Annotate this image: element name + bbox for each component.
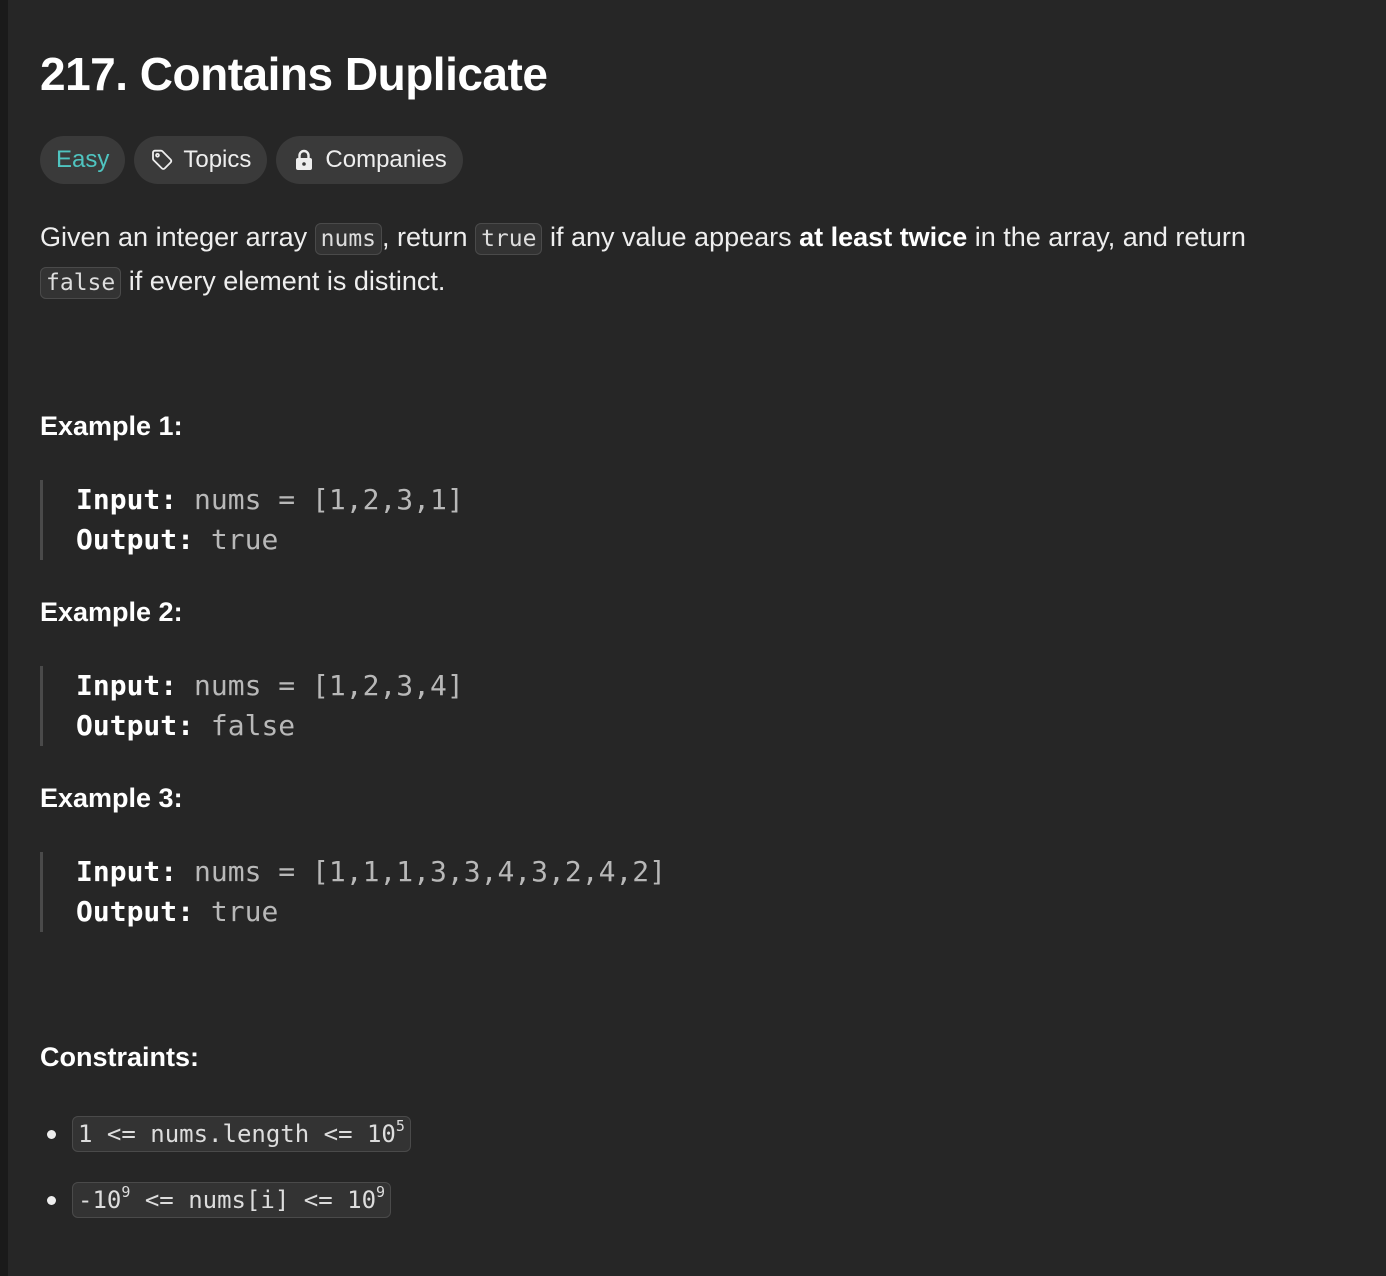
example-1-block: Input: nums = [1,2,3,1] Output: true: [40, 480, 464, 560]
example-3-output: Output: true: [76, 895, 279, 928]
constraints-title: Constraints:: [40, 1042, 200, 1072]
left-panel-edge: [0, 0, 8, 1276]
bullet-icon: [47, 1129, 56, 1139]
difficulty-label: Easy: [56, 146, 110, 173]
inline-code-nums: nums: [314, 223, 383, 255]
constraint-range: -10 9 <= nums[i] <= 10 9: [72, 1182, 392, 1218]
topics-button[interactable]: Topics: [134, 136, 268, 184]
example-3-title: Example 3:: [40, 783, 183, 813]
difficulty-badge: Easy: [40, 136, 126, 184]
constraint-length: 1 <= nums.length <= 10 5: [72, 1116, 411, 1152]
constraint-item: 1 <= nums.length <= 10 5: [40, 1114, 411, 1154]
topics-label: Topics: [183, 146, 252, 173]
example-1-title: Example 1:: [40, 411, 183, 441]
constraint-item: -10 9 <= nums[i] <= 10 9: [40, 1180, 411, 1220]
problem-tags: Easy Topics Companies: [40, 136, 463, 184]
example-2-title: Example 2:: [40, 597, 183, 627]
companies-button[interactable]: Companies: [276, 136, 463, 184]
inline-code-false: false: [40, 267, 122, 299]
example-2-block: Input: nums = [1,2,3,4] Output: false: [40, 666, 464, 746]
example-1-output: Output: true: [76, 523, 279, 556]
emphasis-text: at least twice: [799, 222, 968, 252]
example-2-output: Output: false: [76, 709, 296, 742]
problem-statement: Given an integer array nums, return true…: [40, 216, 1350, 304]
example-1-input: Input: nums = [1,2,3,1]: [76, 483, 464, 516]
example-3-input: Input: nums = [1,1,1,3,3,4,3,2,4,2]: [76, 855, 667, 888]
example-2-input: Input: nums = [1,2,3,4]: [76, 669, 464, 702]
problem-title: 217. Contains Duplicate: [40, 48, 548, 100]
lock-icon: [292, 148, 316, 172]
tag-icon: [150, 148, 174, 172]
bullet-icon: [47, 1195, 56, 1205]
constraints-list: 1 <= nums.length <= 10 5 -10 9 <= nums[i] …: [40, 1114, 411, 1246]
example-3-block: Input: nums = [1,1,1,3,3,4,3,2,4,2] Outp…: [40, 852, 666, 932]
companies-label: Companies: [325, 146, 447, 173]
inline-code-true: true: [475, 223, 543, 255]
